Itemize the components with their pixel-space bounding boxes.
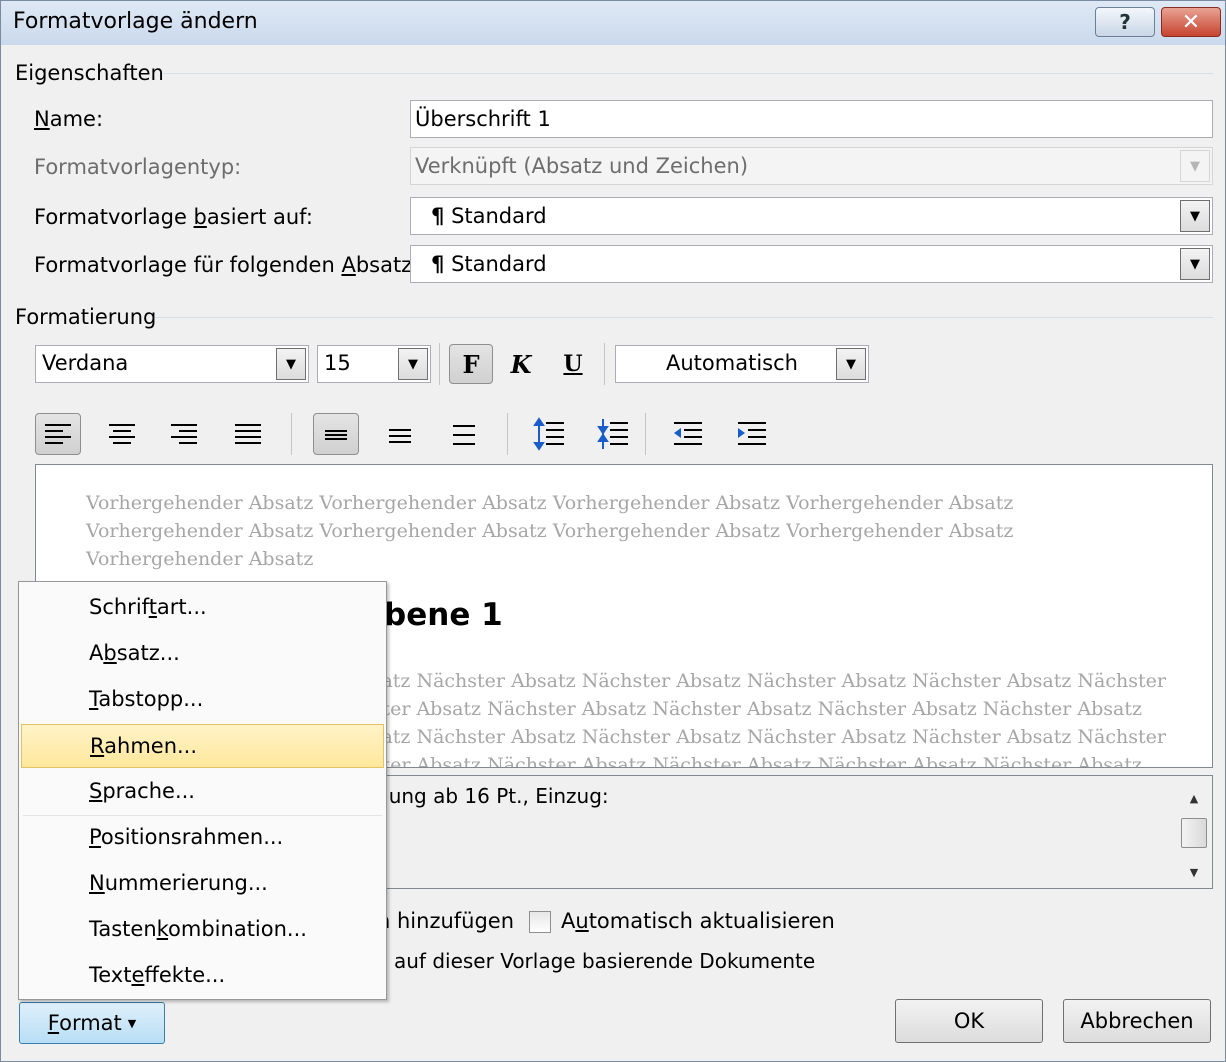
bold-button[interactable]: F <box>449 344 493 384</box>
next-paragraph-select[interactable]: ¶ Standard ▼ <box>410 245 1213 283</box>
close-icon: ✕ <box>1181 9 1201 35</box>
toolbar-separator <box>507 413 508 455</box>
window-title: Formatvorlage ändern <box>13 9 258 34</box>
scroll-up-icon[interactable]: ▲ <box>1178 784 1210 812</box>
align-right-icon <box>171 424 197 444</box>
font-size-select[interactable]: 15 ▼ <box>317 345 431 383</box>
menu-item-shortcut-key[interactable]: Tastenkombination... <box>21 908 384 952</box>
cancel-button[interactable]: Abbrechen <box>1063 999 1211 1043</box>
menu-item-borders[interactable]: Rahmen... <box>21 724 384 768</box>
name-field[interactable]: Überschrift 1 <box>410 100 1213 138</box>
italic-icon: K <box>510 349 532 379</box>
font-size-value: 15 <box>324 351 351 375</box>
double-spacing-icon <box>453 425 475 445</box>
properties-group-label: Eigenschaften <box>15 61 164 85</box>
increase-indent-icon <box>738 422 766 445</box>
formatting-divider <box>155 317 1213 318</box>
menu-item-numbering[interactable]: Nummerierung... <box>21 862 384 906</box>
chevron-down-icon: ▼ <box>1180 150 1210 182</box>
formatting-group-label: Formatierung <box>15 305 157 329</box>
menu-item-tabs[interactable]: Tabstopp... <box>21 678 384 722</box>
increase-paragraph-spacing-icon <box>533 417 564 451</box>
chevron-down-icon[interactable]: ▼ <box>836 348 866 380</box>
one-half-spacing-button[interactable] <box>377 413 423 455</box>
style-type-label: Formatvorlagentyp: <box>34 155 242 179</box>
decrease-indent-icon <box>674 422 702 445</box>
help-icon: ? <box>1119 10 1131 34</box>
close-button[interactable]: ✕ <box>1161 7 1221 37</box>
toolbar-separator <box>439 343 440 385</box>
font-value: Verdana <box>42 351 129 375</box>
align-center-icon <box>109 424 135 444</box>
chevron-down-icon[interactable]: ▼ <box>276 348 306 380</box>
name-value: Überschrift 1 <box>415 107 551 131</box>
toolbar-separator <box>291 413 292 455</box>
italic-button[interactable]: K <box>501 344 541 384</box>
description-text: dung ab 16 Pt., Einzug: <box>376 784 609 808</box>
increase-indent-button[interactable] <box>729 413 773 455</box>
toolbar-separator <box>604 343 605 385</box>
font-select[interactable]: Verdana ▼ <box>35 345 309 383</box>
format-button[interactable]: Format ▼ <box>19 1002 165 1044</box>
next-paragraph-label: Formatvorlage für folgenden Absatz: <box>34 253 420 277</box>
name-label: Name: <box>34 107 104 131</box>
add-to-quick-styles-label: n hinzufügen <box>377 909 515 933</box>
font-color-value: Automatisch <box>666 351 798 375</box>
double-spacing-button[interactable] <box>441 413 487 455</box>
dialog-window: Formatvorlage ändern ? ✕ Eigenschaften N… <box>0 0 1226 1062</box>
paragraph-icon: ¶ <box>431 204 445 228</box>
scroll-down-icon[interactable]: ▼ <box>1178 858 1210 886</box>
style-type-select: Verknüpft (Absatz und Zeichen) ▼ <box>410 147 1213 185</box>
align-center-button[interactable] <box>99 413 145 455</box>
decrease-paragraph-spacing-button[interactable] <box>591 413 635 455</box>
scroll-thumb[interactable] <box>1181 818 1207 848</box>
decrease-paragraph-spacing-icon <box>597 419 628 449</box>
one-half-spacing-icon <box>389 429 411 443</box>
chevron-down-icon[interactable]: ▼ <box>1180 200 1210 232</box>
single-spacing-button[interactable] <box>313 413 359 455</box>
paragraph-icon: ¶ <box>431 252 445 276</box>
justify-button[interactable] <box>225 413 271 455</box>
style-type-value: Verknüpft (Absatz und Zeichen) <box>415 154 749 178</box>
align-right-button[interactable] <box>161 413 207 455</box>
chevron-down-icon: ▼ <box>127 1016 137 1030</box>
chevron-down-icon[interactable]: ▼ <box>1180 248 1210 280</box>
decrease-indent-button[interactable] <box>665 413 709 455</box>
preview-previous-paragraph: Vorhergehender Absatz Vorhergehender Abs… <box>86 492 1014 570</box>
auto-update-label: Automatisch aktualisieren <box>561 909 835 933</box>
description-scrollbar[interactable]: ▲ ▼ <box>1178 778 1210 886</box>
font-color-select[interactable]: Automatisch ▼ <box>615 345 869 383</box>
underline-button[interactable]: U <box>553 344 593 384</box>
increase-paragraph-spacing-button[interactable] <box>527 413 571 455</box>
new-documents-label: auf dieser Vorlage basierende Dokumente <box>394 949 816 973</box>
single-spacing-icon <box>325 430 347 440</box>
menu-item-paragraph[interactable]: Absatz... <box>21 632 384 676</box>
underline-icon: U <box>563 351 583 377</box>
bold-icon: F <box>462 349 480 379</box>
ok-button[interactable]: OK <box>895 999 1043 1043</box>
toolbar-separator <box>645 413 646 455</box>
menu-item-frame[interactable]: Positionsrahmen... <box>21 816 384 860</box>
align-left-icon <box>45 424 71 444</box>
chevron-down-icon[interactable]: ▼ <box>398 348 428 380</box>
align-left-button[interactable] <box>35 413 81 455</box>
based-on-value: Standard <box>451 204 547 228</box>
justify-icon <box>235 424 261 444</box>
format-menu: Schriftart... Absatz... Tabstopp... Rahm… <box>18 581 387 1000</box>
based-on-select[interactable]: ¶ Standard ▼ <box>410 197 1213 235</box>
next-paragraph-value: Standard <box>451 252 547 276</box>
auto-update-checkbox[interactable] <box>529 911 551 933</box>
title-bar: Formatvorlage ändern ? ✕ <box>1 1 1225 45</box>
properties-divider <box>163 73 1213 74</box>
based-on-label: Formatvorlage basiert auf: <box>34 205 313 229</box>
help-button[interactable]: ? <box>1095 7 1155 37</box>
menu-item-text-effects[interactable]: Texteffekte... <box>21 954 384 998</box>
menu-item-language[interactable]: Sprache... <box>21 770 384 814</box>
menu-item-font[interactable]: Schriftart... <box>21 586 384 630</box>
